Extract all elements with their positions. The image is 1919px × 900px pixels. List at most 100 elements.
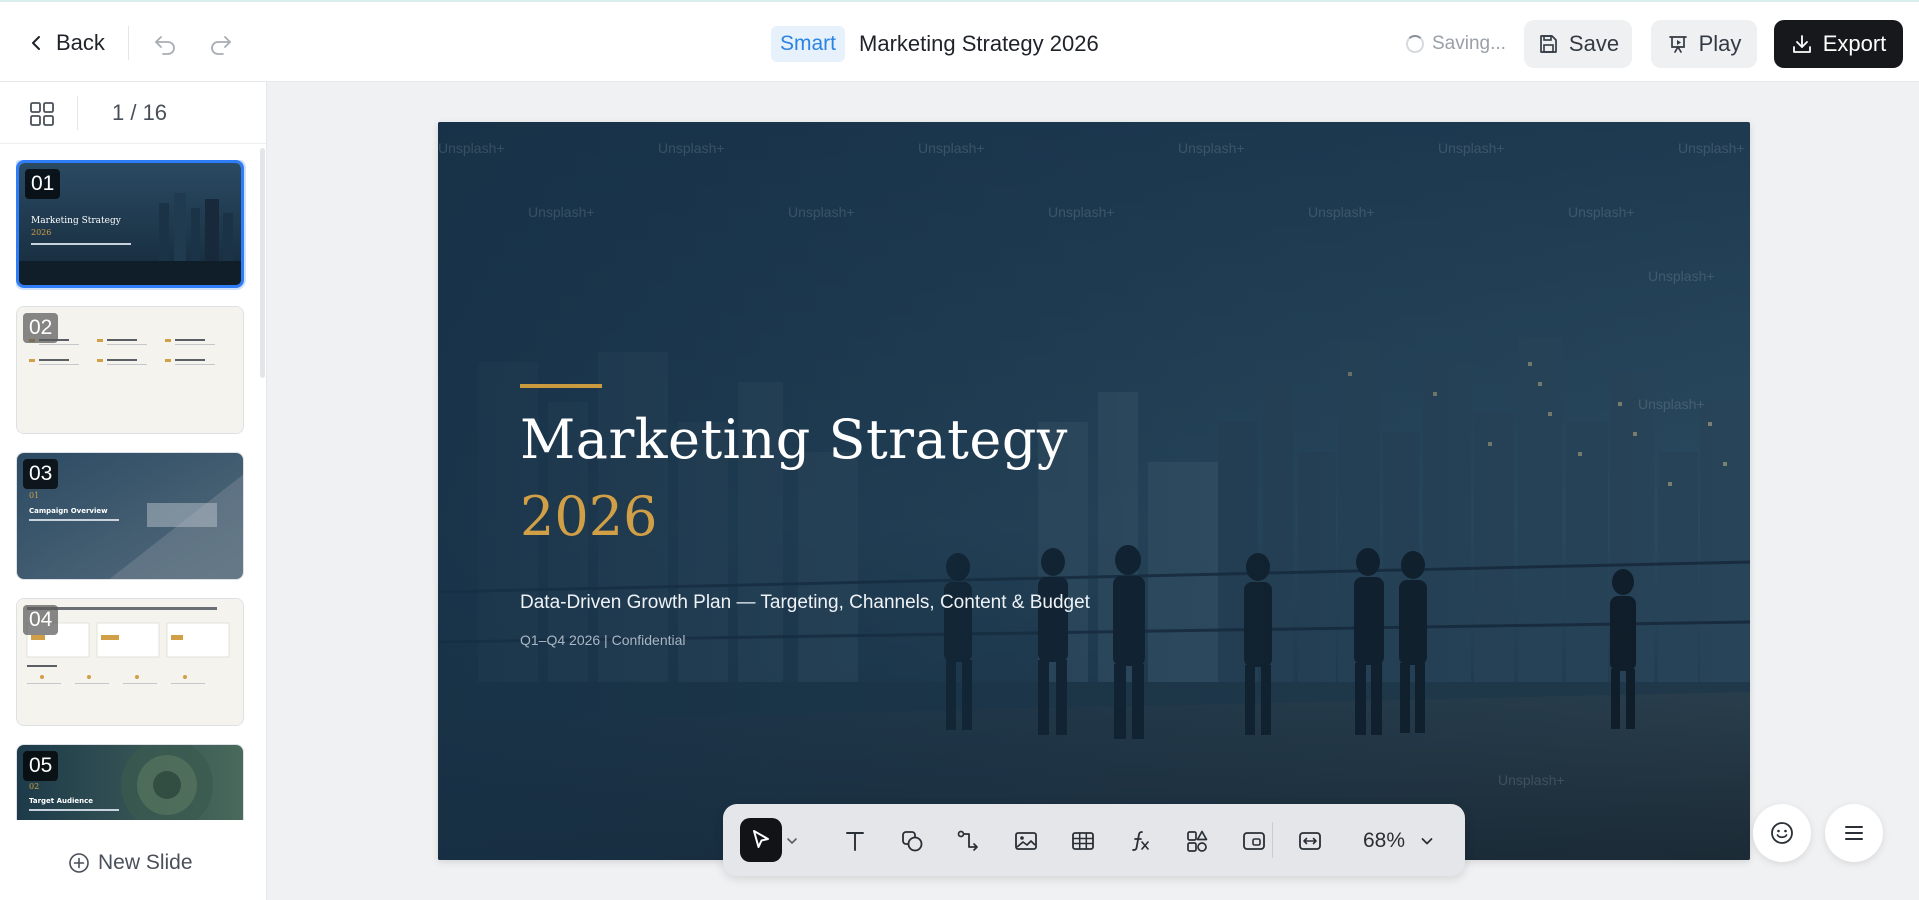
image-icon xyxy=(1015,832,1037,850)
slide-number-badge: 04 xyxy=(23,605,59,635)
watermark-text: Unsplash+ xyxy=(438,140,505,156)
slide-number-badge: 03 xyxy=(23,459,59,489)
insert-toolbar: 68% xyxy=(723,804,1465,876)
sidebar-toolbar: 1 / 16 xyxy=(0,82,266,144)
sidebar-divider xyxy=(77,96,78,130)
thumb-05-title: Target Audience xyxy=(29,797,93,805)
zoom-dropdown[interactable]: 68% xyxy=(1363,826,1435,856)
smiley-icon xyxy=(1771,822,1793,844)
page-counter: 1 / 16 xyxy=(112,100,168,125)
emoji-button[interactable] xyxy=(1753,804,1811,862)
watermark-text: Unsplash+ xyxy=(1638,396,1705,412)
chevron-down-icon[interactable] xyxy=(785,834,799,848)
presentation-icon xyxy=(1668,36,1687,53)
image-tool-button[interactable] xyxy=(1007,822,1045,860)
thumb-01-year: 2026 xyxy=(31,228,51,237)
watermark-text: Unsplash+ xyxy=(1438,140,1505,156)
connector-icon xyxy=(957,830,978,851)
smart-badge[interactable]: Smart xyxy=(771,26,846,62)
thumb-03-section: 01 xyxy=(29,491,39,500)
grid-icon xyxy=(30,102,54,126)
undo-button[interactable] xyxy=(148,26,182,60)
slide-thumbnail-list[interactable]: Marketing Strategy 2026 01 02 01 Campaig… xyxy=(16,160,246,820)
saving-label: Saving... xyxy=(1432,33,1506,54)
download-icon xyxy=(1792,35,1811,53)
grid-view-button[interactable] xyxy=(28,100,56,128)
loading-spinner-icon xyxy=(1406,35,1424,53)
export-label: Export xyxy=(1822,31,1887,56)
redo-button[interactable] xyxy=(204,26,238,60)
watermark-text: Unsplash+ xyxy=(1178,140,1245,156)
undo-icon xyxy=(155,36,175,55)
watermark-text: Unsplash+ xyxy=(1648,268,1715,284)
shape-icon xyxy=(902,831,923,852)
menu-icon xyxy=(1845,826,1863,840)
slide-thumbnail-01[interactable]: Marketing Strategy 2026 01 xyxy=(16,160,244,288)
saving-status: Saving... xyxy=(1406,30,1506,58)
watermark-text: Unsplash+ xyxy=(1308,204,1375,220)
formula-tool-button[interactable] xyxy=(1121,822,1159,860)
new-slide-button[interactable]: New Slide xyxy=(68,848,193,878)
slide-number-badge: 01 xyxy=(25,169,61,199)
watermark-text: Unsplash+ xyxy=(1678,140,1745,156)
slide-subtitle[interactable]: Data-Driven Growth Plan — Targeting, Cha… xyxy=(520,592,1090,614)
slide-thumbnail-04[interactable]: 04 xyxy=(16,598,244,726)
thumb-01-title: Marketing Strategy xyxy=(31,216,122,226)
select-tool-button[interactable] xyxy=(740,818,782,862)
thumb-03-title: Campaign Overview xyxy=(29,507,108,515)
text-tool-button[interactable] xyxy=(836,822,874,860)
watermark-text: Unsplash+ xyxy=(1498,772,1565,788)
slide-canvas[interactable]: Unsplash+ Unsplash+ Unsplash+ Unsplash+ … xyxy=(438,122,1750,860)
save-icon xyxy=(1540,35,1557,53)
table-tool-button[interactable] xyxy=(1064,822,1102,860)
slide-thumbnail-05[interactable]: 02 Target Audience 05 xyxy=(16,744,244,820)
top-bar: Back Smart Marketing Strategy 2026 Savin… xyxy=(0,0,1919,82)
components-tool-button[interactable] xyxy=(1178,822,1216,860)
watermark-text: Unsplash+ xyxy=(1048,204,1115,220)
new-slide-label: New Slide xyxy=(98,851,193,874)
shape-tool-button[interactable] xyxy=(893,822,931,860)
fit-icon xyxy=(1299,832,1321,850)
chevron-down-icon xyxy=(1421,838,1433,845)
slide-number-badge: 02 xyxy=(23,313,59,343)
slide-thumbnail-02[interactable]: 02 xyxy=(16,306,244,434)
media-icon xyxy=(1243,832,1265,850)
watermark-text: Unsplash+ xyxy=(658,140,725,156)
toolbar-divider xyxy=(1272,822,1273,858)
slide-number-badge: 05 xyxy=(23,751,59,781)
document-title[interactable]: Marketing Strategy 2026 xyxy=(859,31,1099,57)
play-label: Play xyxy=(1698,31,1742,56)
watermark-text: Unsplash+ xyxy=(918,140,985,156)
export-button[interactable]: Export xyxy=(1774,20,1903,68)
document-title-group: Smart Marketing Strategy 2026 xyxy=(771,26,1099,62)
redo-icon xyxy=(211,36,231,55)
menu-button[interactable] xyxy=(1825,804,1883,862)
slides-sidebar: 1 / 16 Marketing Strategy 2026 01 02 01 … xyxy=(0,82,267,900)
text-icon xyxy=(846,832,864,851)
watermark-text: Unsplash+ xyxy=(1568,204,1635,220)
thumb-05-section: 02 xyxy=(29,782,39,791)
slide-thumbnail-03[interactable]: 01 Campaign Overview 03 xyxy=(16,452,244,580)
select-icon xyxy=(753,830,769,848)
title-accent-line xyxy=(520,384,602,388)
plus-circle-icon xyxy=(69,853,89,873)
slide-year[interactable]: 2026 xyxy=(520,485,657,548)
play-button[interactable]: Play xyxy=(1651,20,1757,68)
components-icon xyxy=(1187,830,1208,852)
header-divider xyxy=(128,26,129,60)
slide-meta[interactable]: Q1–Q4 2026 | Confidential xyxy=(520,632,686,648)
slide-title[interactable]: Marketing Strategy xyxy=(520,408,1068,471)
save-button[interactable]: Save xyxy=(1524,20,1632,68)
formula-icon xyxy=(1132,831,1149,851)
fit-to-screen-button[interactable] xyxy=(1291,822,1329,860)
back-button[interactable]: Back xyxy=(26,24,105,62)
table-icon xyxy=(1072,832,1094,850)
connector-tool-button[interactable] xyxy=(950,822,988,860)
watermark-text: Unsplash+ xyxy=(528,204,595,220)
chevron-left-icon xyxy=(32,36,40,50)
watermark-text: Unsplash+ xyxy=(788,204,855,220)
save-label: Save xyxy=(1568,31,1620,56)
zoom-level: 68% xyxy=(1363,829,1406,852)
media-tool-button[interactable] xyxy=(1235,822,1273,860)
sidebar-scrollbar[interactable] xyxy=(260,148,265,378)
